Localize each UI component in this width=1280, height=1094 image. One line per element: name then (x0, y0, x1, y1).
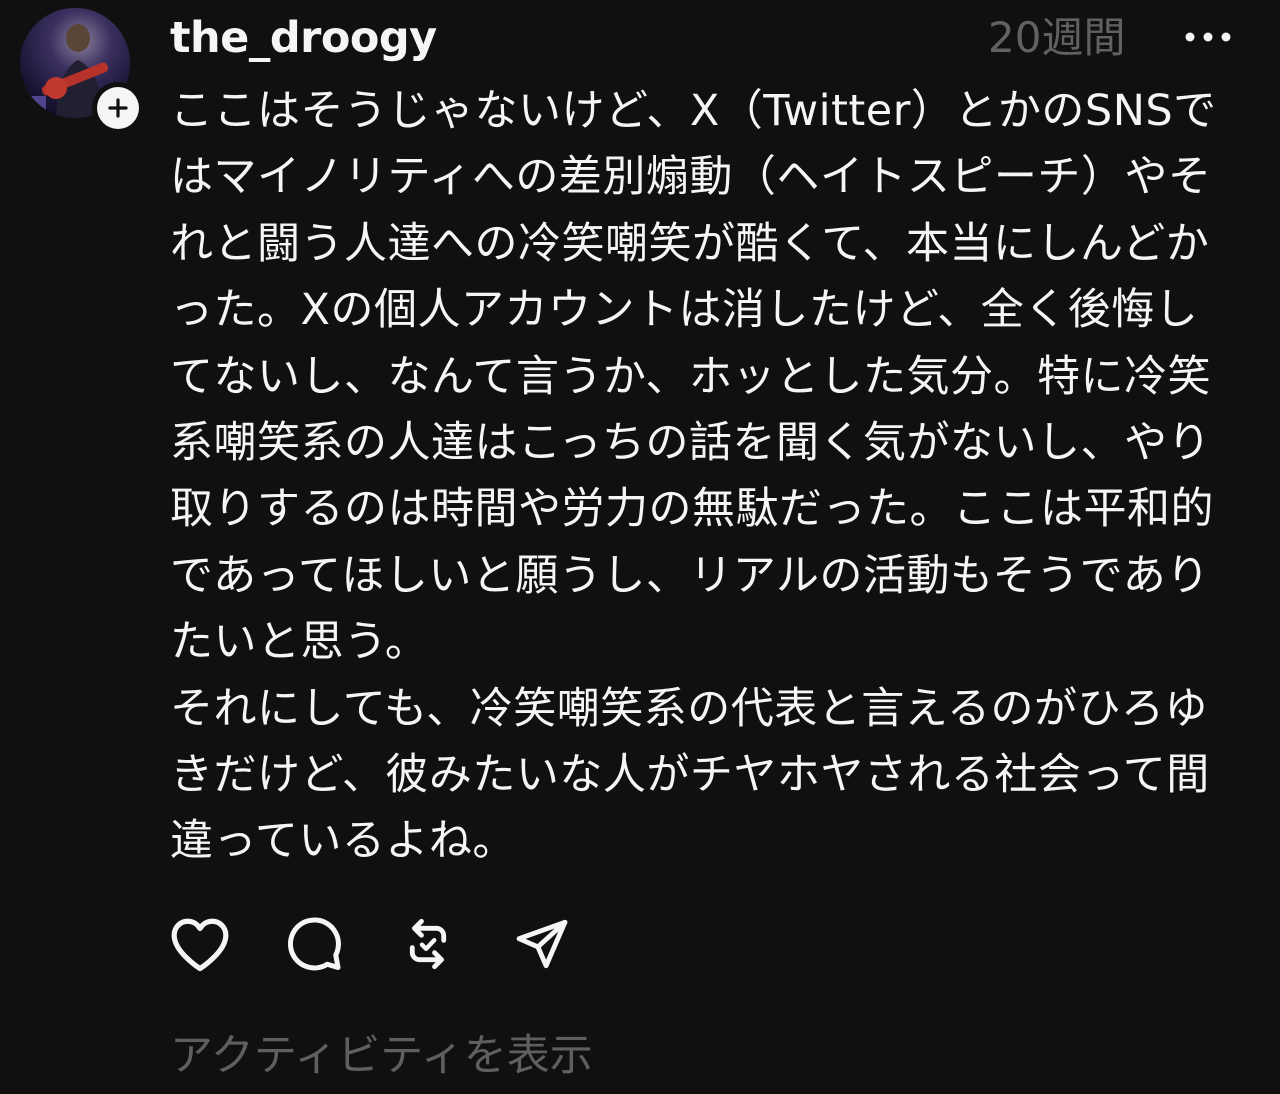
repost-icon (409, 918, 447, 970)
action-bar (168, 912, 624, 976)
like-button[interactable] (168, 912, 232, 976)
follow-button[interactable] (97, 87, 139, 129)
post-body-text: ここはそうじゃないけど、X（Twitter）とかのSNSではマイノリティへの差別… (170, 86, 1217, 867)
follow-badge[interactable] (92, 82, 144, 134)
post-timestamp[interactable]: 20週間 (988, 8, 1125, 68)
more-horizontal-icon (1185, 32, 1231, 42)
repost-button[interactable] (396, 912, 460, 976)
heart-icon (171, 918, 229, 972)
reply-button[interactable] (282, 912, 346, 976)
post: the_droogy 20週間 ここはそうじゃないけど、X（Twitter）とか… (0, 0, 1280, 1094)
avatar-container[interactable] (20, 8, 144, 134)
view-activity-link[interactable]: アクティビティを表示 (170, 1026, 593, 1086)
plus-icon (108, 98, 128, 118)
more-options-button[interactable] (1178, 12, 1238, 62)
send-icon (516, 919, 568, 969)
share-button[interactable] (510, 912, 574, 976)
username[interactable]: the_droogy (170, 8, 437, 68)
comment-icon (287, 917, 341, 971)
